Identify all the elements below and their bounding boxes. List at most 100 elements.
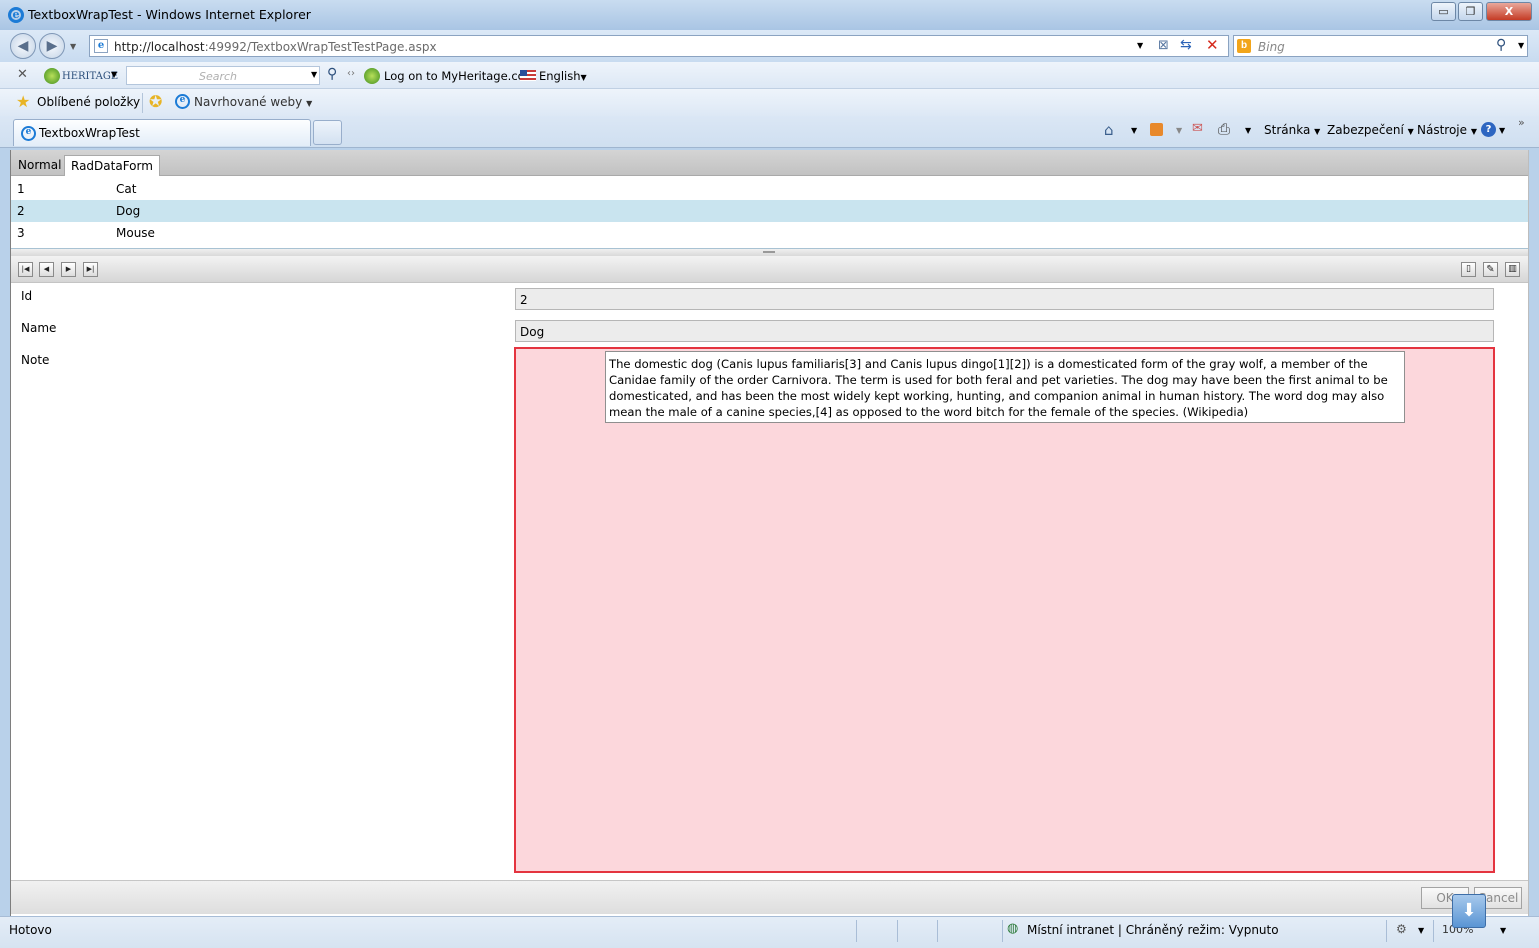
- status-separator: [1433, 920, 1434, 942]
- status-separator: [897, 920, 898, 942]
- status-bar: Hotovo ◍ Místní intranet | Chráněný reži…: [0, 916, 1539, 948]
- status-separator: [1002, 920, 1003, 942]
- protected-mode-dropdown-icon[interactable]: ▼: [1418, 926, 1424, 935]
- tab-page-icon: e: [21, 126, 36, 141]
- home-dropdown-icon[interactable]: ▼: [1131, 126, 1137, 135]
- ie-logo-icon: e: [8, 7, 24, 23]
- favorites-separator: [142, 93, 143, 113]
- note-textarea[interactable]: The domestic dog (Canis lupus familiaris…: [605, 351, 1405, 423]
- more-commands-icon[interactable]: »: [1518, 116, 1525, 129]
- search-box[interactable]: b Bing ⚲ ▼: [1233, 35, 1528, 57]
- suggested-sites-button[interactable]: Navrhované weby ▼: [194, 95, 312, 109]
- edit-record-icon[interactable]: ✎: [1483, 262, 1498, 277]
- language-selector[interactable]: English▼: [539, 69, 587, 83]
- brand-dropdown-icon[interactable]: ▼: [111, 70, 117, 79]
- add-record-icon[interactable]: ▯: [1461, 262, 1476, 277]
- protected-mode-icon[interactable]: ⚙: [1396, 922, 1407, 936]
- note-validation-area: [514, 347, 1495, 873]
- status-separator: [937, 920, 938, 942]
- toolbar-arrows-icon: ‹›: [347, 68, 355, 79]
- print-dropdown-icon[interactable]: ▼: [1245, 126, 1251, 135]
- window-title: TextboxWrapTest - Windows Internet Explo…: [28, 7, 311, 22]
- compatibility-icon[interactable]: ⊠: [1158, 38, 1169, 53]
- page-icon: e: [94, 39, 108, 53]
- name-field[interactable]: Dog: [515, 320, 1494, 342]
- toolbar-search-dropdown-icon[interactable]: ▼: [311, 70, 317, 79]
- id-label: Id: [21, 289, 33, 303]
- refresh-icon[interactable]: ⇆: [1180, 37, 1192, 53]
- view-tabs: [11, 150, 1528, 176]
- myheritage-logo-icon: [44, 68, 60, 84]
- form-footer: [11, 880, 1528, 914]
- zoom-dropdown-icon[interactable]: ▼: [1500, 926, 1506, 935]
- close-button[interactable]: X: [1486, 2, 1532, 21]
- stop-icon[interactable]: ✕: [1206, 36, 1219, 54]
- restore-button[interactable]: ❐: [1458, 2, 1483, 21]
- grid-row[interactable]: 3 Mouse: [11, 222, 1528, 244]
- search-dropdown-icon[interactable]: ▼: [1518, 41, 1524, 50]
- row-id: 1: [17, 182, 25, 196]
- status-separator: [856, 920, 857, 942]
- grid-splitter[interactable]: [11, 248, 1528, 256]
- tools-menu[interactable]: Nástroje ▼: [1417, 123, 1477, 137]
- brand-name: HERITAGE: [62, 71, 119, 82]
- home-icon[interactable]: ⌂: [1104, 121, 1114, 139]
- back-icon[interactable]: ◀: [10, 33, 36, 59]
- note-label: Note: [21, 353, 50, 367]
- next-record-button[interactable]: ▶: [61, 262, 76, 277]
- mail-icon[interactable]: ✉: [1192, 121, 1203, 136]
- forward-icon[interactable]: ▶: [39, 33, 65, 59]
- row-id: 2: [17, 204, 25, 218]
- row-name: Cat: [116, 182, 137, 196]
- security-menu[interactable]: Zabezpečení ▼: [1327, 123, 1414, 137]
- login-link[interactable]: Log on to MyHeritage.com: [384, 69, 536, 83]
- first-record-button[interactable]: |◀: [18, 262, 33, 277]
- security-zone-text[interactable]: Místní intranet | Chráněný režim: Vypnut…: [1027, 923, 1279, 937]
- delete-record-icon[interactable]: ▥: [1505, 262, 1520, 277]
- id-field[interactable]: 2: [515, 288, 1494, 310]
- browser-tab-active[interactable]: e TextboxWrapTest: [13, 119, 311, 146]
- print-icon[interactable]: ⎙: [1218, 120, 1230, 138]
- search-placeholder: Bing: [1258, 40, 1285, 54]
- myheritage-login-icon: [364, 68, 380, 84]
- tab-title: TextboxWrapTest: [39, 126, 140, 140]
- tab-raddataform[interactable]: RadDataForm: [64, 155, 160, 176]
- form-navigation-bar: [11, 256, 1528, 283]
- toolbar-close-icon[interactable]: ✕: [17, 67, 28, 82]
- row-name: Mouse: [116, 226, 155, 240]
- name-value: Dog: [520, 325, 545, 339]
- favorites-button[interactable]: Oblíbené položky: [37, 95, 140, 109]
- status-text: Hotovo: [9, 923, 52, 937]
- toolbar-search-icon[interactable]: ⚲: [327, 66, 337, 82]
- tab-normal[interactable]: Normal: [12, 155, 67, 176]
- id-value: 2: [520, 293, 528, 307]
- last-record-button[interactable]: ▶|: [83, 262, 98, 277]
- search-icon[interactable]: ⚲: [1496, 37, 1506, 53]
- toolbar-search-input[interactable]: Search ▼: [126, 66, 320, 85]
- status-separator: [1386, 920, 1387, 942]
- row-id: 3: [17, 226, 25, 240]
- bing-icon: b: [1237, 39, 1251, 53]
- flag-icon: [520, 70, 536, 81]
- add-favorite-icon[interactable]: ✪: [149, 92, 162, 111]
- title-bar: e TextboxWrapTest - Windows Internet Exp…: [0, 0, 1539, 30]
- grid-row-selected[interactable]: 2 Dog: [11, 200, 1528, 222]
- address-url: http://localhost:49992/TextboxWrapTestTe…: [114, 40, 437, 54]
- help-dropdown-icon[interactable]: ▼: [1499, 126, 1505, 135]
- suggested-sites-icon: e: [175, 94, 190, 109]
- grid-row[interactable]: 1 Cat: [11, 178, 1528, 200]
- row-name: Dog: [116, 204, 141, 218]
- previous-record-button[interactable]: ◀: [39, 262, 54, 277]
- rss-icon[interactable]: [1150, 123, 1163, 136]
- address-bar[interactable]: e http://localhost:49992/TextboxWrapTest…: [89, 35, 1229, 57]
- page-menu[interactable]: Stránka ▼: [1264, 123, 1320, 137]
- rss-dropdown-icon[interactable]: ▼: [1176, 126, 1182, 135]
- help-icon[interactable]: ?: [1481, 122, 1496, 137]
- new-tab-button[interactable]: [313, 120, 342, 145]
- minimize-button[interactable]: ▭: [1431, 2, 1456, 21]
- history-dropdown-icon[interactable]: ▼: [70, 42, 76, 51]
- toolbar-search-placeholder: Search: [199, 70, 238, 83]
- scroll-down-icon[interactable]: ⬇: [1452, 894, 1486, 928]
- name-label: Name: [21, 321, 57, 335]
- address-dropdown-icon[interactable]: ▼: [1137, 41, 1143, 50]
